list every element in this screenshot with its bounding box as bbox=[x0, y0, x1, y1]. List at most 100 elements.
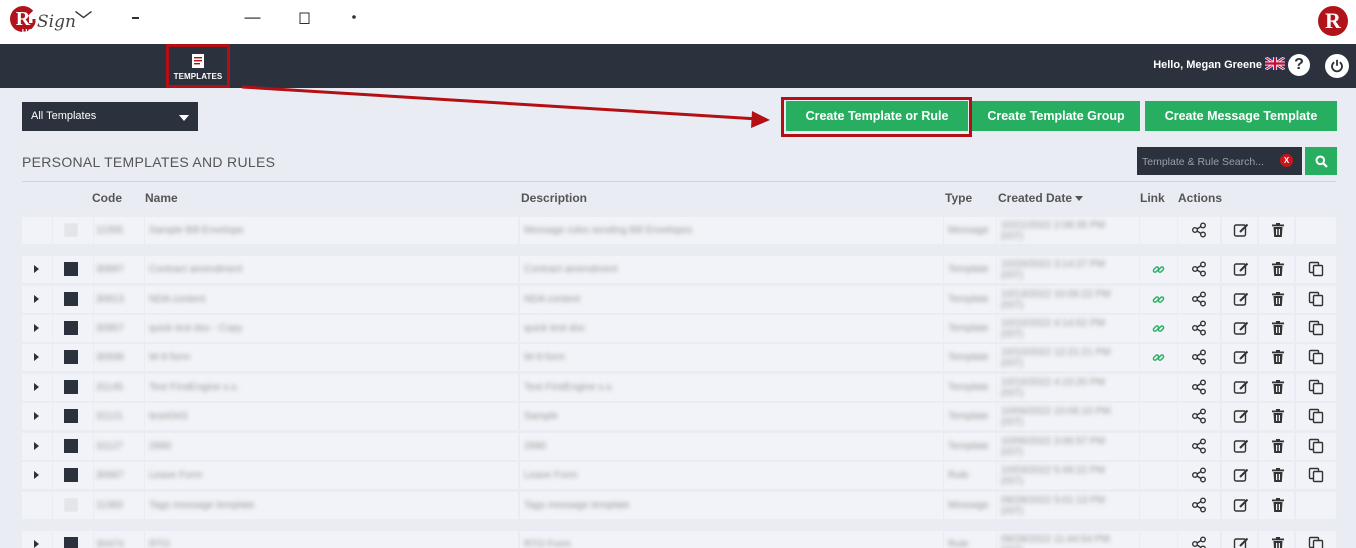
row-checkbox[interactable] bbox=[64, 262, 78, 276]
row-checkbox[interactable] bbox=[64, 537, 78, 548]
row-description: Message rules sending Bill Envelopes bbox=[524, 225, 693, 236]
row-checkbox[interactable] bbox=[64, 321, 78, 335]
template-search-input[interactable]: Template & Rule Search... bbox=[1137, 147, 1302, 175]
table-row[interactable]: 30938 W-9 form W-9 form Template 10/10/2022 … bbox=[22, 344, 1336, 371]
table-row[interactable]: 30897 Contract amendment Contract amendmen… bbox=[22, 256, 1336, 283]
create-template-group-button[interactable]: Create Template Group bbox=[972, 101, 1140, 131]
trash-icon[interactable] bbox=[1270, 536, 1286, 548]
expand-row-icon[interactable] bbox=[34, 412, 39, 420]
row-code: 11360 bbox=[96, 500, 124, 511]
row-checkbox[interactable] bbox=[64, 292, 78, 306]
link-icon[interactable] bbox=[1152, 351, 1168, 367]
edit-icon[interactable] bbox=[1233, 222, 1249, 238]
trash-icon[interactable] bbox=[1270, 349, 1286, 365]
column-header-created-date[interactable]: Created Date bbox=[998, 191, 1084, 205]
edit-icon[interactable] bbox=[1233, 467, 1249, 483]
expand-row-icon[interactable] bbox=[34, 265, 39, 273]
table-row[interactable]: 30667 Leave Form Leave Form Rule 10/03/2022 … bbox=[22, 462, 1336, 489]
copy-template-icon[interactable] bbox=[1308, 467, 1324, 483]
expand-row-icon[interactable] bbox=[34, 471, 39, 479]
share-icon[interactable] bbox=[1191, 320, 1207, 336]
share-icon[interactable] bbox=[1191, 379, 1207, 395]
table-row[interactable]: 11355 Sample Bill Envelope Message rules s… bbox=[22, 217, 1336, 244]
share-icon[interactable] bbox=[1191, 222, 1207, 238]
table-cell bbox=[520, 531, 943, 548]
column-header-description[interactable]: Description bbox=[521, 191, 587, 205]
row-name: test4343 bbox=[149, 411, 188, 422]
expand-row-icon[interactable] bbox=[34, 442, 39, 450]
table-cell bbox=[22, 492, 52, 519]
copy-template-icon[interactable] bbox=[1308, 320, 1324, 336]
expand-row-icon[interactable] bbox=[34, 540, 39, 548]
row-type: Message bbox=[948, 500, 989, 511]
copy-template-icon[interactable] bbox=[1308, 291, 1324, 307]
edit-icon[interactable] bbox=[1233, 379, 1249, 395]
row-code: 31121 bbox=[96, 411, 124, 422]
share-icon[interactable] bbox=[1191, 291, 1207, 307]
row-checkbox[interactable] bbox=[64, 409, 78, 423]
create-message-template-button[interactable]: Create Message Template bbox=[1145, 101, 1337, 131]
trash-icon[interactable] bbox=[1270, 379, 1286, 395]
trash-icon[interactable] bbox=[1270, 438, 1286, 454]
trash-icon[interactable] bbox=[1270, 291, 1286, 307]
share-icon[interactable] bbox=[1191, 349, 1207, 365]
column-header-code[interactable]: Code bbox=[92, 191, 122, 205]
table-row[interactable]: 31121 test4343 Sample Template 10/06/2022 10… bbox=[22, 403, 1336, 430]
link-icon[interactable] bbox=[1152, 263, 1168, 279]
expand-row-icon[interactable] bbox=[34, 295, 39, 303]
share-icon[interactable] bbox=[1191, 536, 1207, 548]
table-row[interactable]: 30957 quick test doc - Copy quick test doc… bbox=[22, 315, 1336, 342]
edit-icon[interactable] bbox=[1233, 536, 1249, 548]
row-checkbox[interactable] bbox=[64, 380, 78, 394]
edit-icon[interactable] bbox=[1233, 291, 1249, 307]
edit-icon[interactable] bbox=[1233, 261, 1249, 277]
edit-icon[interactable] bbox=[1233, 349, 1249, 365]
copy-template-icon[interactable] bbox=[1308, 438, 1324, 454]
link-icon[interactable] bbox=[1152, 322, 1168, 338]
trash-icon[interactable] bbox=[1270, 320, 1286, 336]
row-description: Leave Form bbox=[524, 470, 578, 481]
copy-template-icon[interactable] bbox=[1308, 536, 1324, 548]
expand-row-icon[interactable] bbox=[34, 324, 39, 332]
edit-icon[interactable] bbox=[1233, 438, 1249, 454]
table-row[interactable]: 31127 2990 2990 Template 10/06/2022 3:06:57 … bbox=[22, 433, 1336, 460]
row-name: 2990 bbox=[149, 441, 172, 452]
share-icon[interactable] bbox=[1191, 467, 1207, 483]
share-icon[interactable] bbox=[1191, 497, 1207, 513]
trash-icon[interactable] bbox=[1270, 408, 1286, 424]
expand-row-icon[interactable] bbox=[34, 383, 39, 391]
row-code: 30938 bbox=[96, 352, 124, 363]
column-header-name[interactable]: Name bbox=[145, 191, 178, 205]
expand-row-icon[interactable] bbox=[34, 353, 39, 361]
share-icon[interactable] bbox=[1191, 261, 1207, 277]
edit-icon[interactable] bbox=[1233, 408, 1249, 424]
edit-icon[interactable] bbox=[1233, 497, 1249, 513]
copy-template-icon[interactable] bbox=[1308, 261, 1324, 277]
table-cell bbox=[1140, 403, 1177, 430]
clear-search-icon[interactable]: X bbox=[1280, 154, 1293, 167]
column-header-type[interactable]: Type bbox=[945, 191, 972, 205]
column-header-actions: Actions bbox=[1178, 191, 1223, 205]
search-button[interactable] bbox=[1305, 147, 1337, 175]
copy-template-icon[interactable] bbox=[1308, 379, 1324, 395]
share-icon[interactable] bbox=[1191, 408, 1207, 424]
table-row[interactable]: 11360 Tags message template Tags message t… bbox=[22, 492, 1336, 519]
row-checkbox[interactable] bbox=[64, 468, 78, 482]
row-name: Sample Bill Envelope bbox=[149, 225, 244, 236]
row-code: 30667 bbox=[96, 470, 124, 481]
trash-icon[interactable] bbox=[1270, 497, 1286, 513]
row-checkbox[interactable] bbox=[64, 439, 78, 453]
trash-icon[interactable] bbox=[1270, 222, 1286, 238]
copy-template-icon[interactable] bbox=[1308, 349, 1324, 365]
table-row[interactable]: 31145 Test FirstEngine s.s. Test FirstEngi… bbox=[22, 374, 1336, 401]
row-checkbox[interactable] bbox=[64, 350, 78, 364]
edit-icon[interactable] bbox=[1233, 320, 1249, 336]
table-row[interactable]: 30813 NDA content NDA content Template 10/13… bbox=[22, 286, 1336, 313]
trash-icon[interactable] bbox=[1270, 261, 1286, 277]
link-icon[interactable] bbox=[1152, 293, 1168, 309]
copy-template-icon[interactable] bbox=[1308, 408, 1324, 424]
trash-icon[interactable] bbox=[1270, 467, 1286, 483]
share-icon[interactable] bbox=[1191, 438, 1207, 454]
table-cell bbox=[145, 531, 518, 548]
table-row[interactable]: 30474 RTO RTO Form Rule 09/28/2022 11:44:54 … bbox=[22, 531, 1336, 548]
